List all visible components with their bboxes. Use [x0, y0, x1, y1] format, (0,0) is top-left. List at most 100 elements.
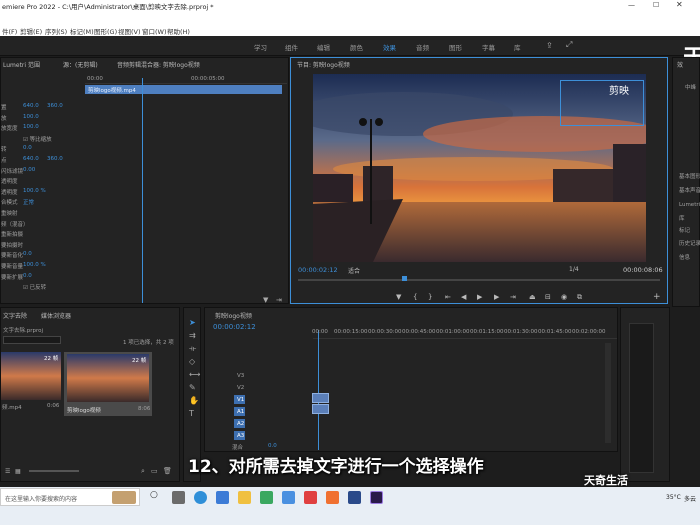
track-label-a3[interactable]: A3	[237, 433, 244, 439]
workspace-libraries[interactable]: 库	[514, 42, 521, 52]
prop-value[interactable]: 0.00	[23, 167, 35, 173]
clip-bar[interactable]: 剪映logo视频.mp4	[85, 85, 282, 94]
track-label-a2[interactable]: A2	[237, 421, 244, 427]
timeline-scrollbar[interactable]	[605, 343, 611, 443]
program-tab[interactable]: 节目: 剪映logo视频	[297, 60, 350, 69]
prop-value[interactable]: 100.0 %	[23, 262, 46, 268]
zoom-slider[interactable]	[29, 470, 79, 472]
task-view-icon[interactable]: ○	[150, 490, 158, 500]
prop-value[interactable]: 0.0	[23, 273, 32, 279]
extract-icon[interactable]: ⊟	[545, 293, 551, 301]
workspace-audio[interactable]: 音频	[416, 42, 429, 52]
menu-sequence[interactable]: 序列(S)	[45, 26, 67, 36]
wps-icon[interactable]	[326, 491, 339, 504]
lumetri-color-label[interactable]: Lumetri 颜色	[679, 200, 700, 208]
prop-checkbox[interactable]: ☑ 等比缩放	[23, 135, 52, 143]
folder-icon[interactable]: ▭	[151, 467, 158, 475]
mix-value[interactable]: 0.0	[268, 443, 277, 449]
prop-value[interactable]: 0.0	[23, 145, 32, 151]
slip-icon[interactable]: ⟷	[189, 370, 200, 379]
camera-icon[interactable]: ◉	[561, 293, 567, 301]
prop-value[interactable]: 100.0 %	[23, 188, 46, 194]
store-icon[interactable]	[216, 491, 229, 504]
selection-tool-icon[interactable]: ➤	[189, 318, 196, 327]
menu-help[interactable]: 帮助(H)	[167, 26, 190, 36]
app-icon[interactable]	[348, 491, 361, 504]
weather-temp[interactable]: 35°C	[666, 494, 681, 501]
go-to-out-icon[interactable]: ⇥	[510, 293, 516, 301]
green-app-icon[interactable]	[260, 491, 273, 504]
fit-dropdown[interactable]: 适合	[348, 266, 360, 275]
step-back-icon[interactable]: ◀	[461, 293, 466, 301]
menu-window[interactable]: 窗口(W)	[142, 26, 167, 36]
play-icon[interactable]: ▶	[477, 293, 482, 301]
info-label[interactable]: 信息	[679, 253, 690, 261]
type-icon[interactable]: T	[189, 409, 194, 418]
effects-tab[interactable]: 效	[677, 60, 683, 69]
prop-value-2[interactable]: 360.0	[47, 156, 63, 162]
tab-source[interactable]: 源：(无剪辑)	[63, 60, 98, 69]
pen-icon[interactable]: ✎	[189, 383, 196, 392]
prop-value[interactable]: 0.0	[23, 251, 32, 257]
list-view-icon[interactable]: ☰	[5, 468, 10, 475]
menu-edit[interactable]: 剪辑(E)	[20, 26, 42, 36]
timeline-tab[interactable]: 剪映logo视频	[215, 311, 252, 320]
workspace-color[interactable]: 颜色	[350, 42, 363, 52]
prop-value[interactable]: 正常	[23, 198, 34, 206]
filter-icon[interactable]: ▼	[263, 296, 268, 304]
track-select-icon[interactable]: ⇉	[189, 331, 196, 340]
workspace-learn[interactable]: 学习	[254, 42, 267, 52]
media-browser-tab[interactable]: 媒体浏览器	[41, 311, 71, 320]
timeline-playhead[interactable]	[318, 330, 319, 450]
blue-app-icon[interactable]	[282, 491, 295, 504]
share-icon[interactable]: ⇪	[546, 41, 553, 50]
video-clip[interactable]	[312, 393, 329, 403]
file-explorer-icon[interactable]	[172, 491, 185, 504]
essential-sound-label[interactable]: 基本声音	[679, 186, 700, 194]
go-to-in-icon[interactable]: ⇤	[445, 293, 451, 301]
add-marker-icon[interactable]: ▼	[396, 293, 401, 301]
workspace-assembly[interactable]: 组件	[285, 42, 298, 52]
folder-app-icon[interactable]	[238, 491, 251, 504]
mark-in-icon[interactable]: {	[413, 293, 417, 301]
libraries-label[interactable]: 库	[679, 214, 685, 222]
essential-graphics-label[interactable]: 基本图形	[679, 172, 700, 180]
search-icon[interactable]: ⌕	[141, 467, 145, 476]
delete-icon[interactable]: 🗑	[163, 467, 172, 475]
menu-file[interactable]: 件(F)	[2, 26, 17, 36]
workspace-editing[interactable]: 编辑	[317, 42, 330, 52]
compare-icon[interactable]: ⧉	[577, 293, 582, 302]
tab-audio-clip-mixer[interactable]: 音频剪辑混合器: 剪映logo视频	[117, 60, 200, 69]
track-label-v2[interactable]: V2	[237, 385, 244, 391]
menu-view[interactable]: 视图(V)	[118, 26, 141, 36]
project-item-selected[interactable]: 22 帧 剪映logo视频 8:06	[64, 352, 152, 416]
program-scrub-bar[interactable]	[298, 279, 660, 281]
edge-browser-icon[interactable]	[194, 491, 207, 504]
export-icon[interactable]: ⇥	[276, 296, 282, 304]
hand-icon[interactable]: ✋	[189, 396, 199, 405]
mark-out-icon[interactable]: }	[428, 293, 432, 301]
menu-graphics[interactable]: 图形(G)	[94, 26, 117, 36]
lift-icon[interactable]: ⏏	[529, 293, 536, 301]
history-label[interactable]: 历史记录	[679, 239, 700, 247]
selection-box[interactable]	[560, 80, 644, 126]
tab-lumetri-scopes[interactable]: Lumetri 范围	[3, 60, 40, 69]
markers-label[interactable]: 标记	[679, 226, 690, 234]
project-tab[interactable]: 文字去除	[3, 311, 27, 320]
expand-icon[interactable]: ⤢	[566, 40, 572, 50]
track-label-v3[interactable]: V3	[237, 373, 244, 379]
workspace-captions[interactable]: 字幕	[482, 42, 495, 52]
workspace-effects[interactable]: 效果	[383, 42, 396, 52]
project-search-input[interactable]	[3, 336, 61, 344]
taskbar-widget-icon[interactable]	[112, 491, 136, 504]
red-app-icon[interactable]	[304, 491, 317, 504]
project-item[interactable]: 22 帧 频.mp4 0:06	[1, 352, 61, 412]
prop-value[interactable]: 640.0	[23, 156, 39, 162]
razor-icon[interactable]: ◇	[189, 357, 195, 366]
prop-checkbox[interactable]: ☑ 已反转	[23, 283, 46, 291]
prop-value[interactable]: 100.0	[23, 124, 39, 130]
menu-marker[interactable]: 标记(M)	[70, 26, 94, 36]
step-forward-icon[interactable]: ▶	[494, 293, 499, 301]
prop-value[interactable]: 100.0	[23, 114, 39, 120]
video-clip-2[interactable]	[312, 404, 329, 414]
